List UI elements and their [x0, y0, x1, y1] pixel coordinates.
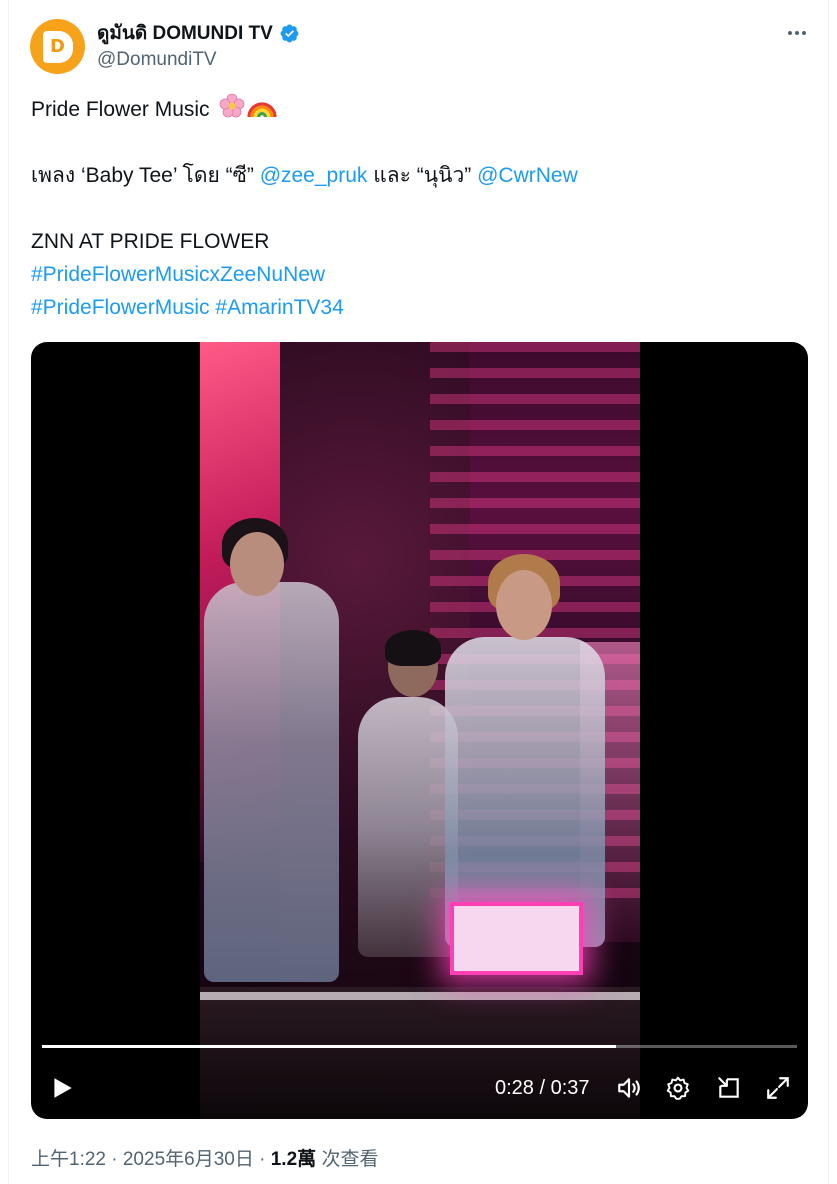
author-handle[interactable]: @DomundiTV	[97, 49, 217, 71]
video-frame[interactable]	[200, 342, 640, 1119]
tweet-line-title: Pride Flower Music	[31, 93, 811, 126]
more-options-icon[interactable]	[782, 22, 812, 44]
volume-icon[interactable]	[616, 1075, 642, 1101]
video-time: 0:28 / 0:37	[495, 1077, 590, 1099]
hashtag-pride-flower-music[interactable]: #PrideFlowerMusic	[31, 296, 210, 319]
stage-led-light	[450, 902, 583, 975]
tweet-line-song: เพลง ‘Baby Tee’ โดย “ซี” @zee_pruk และ “…	[31, 159, 811, 192]
tweet-meta: 上午1:22 · 2025年6月30日 · 1.2萬 次查看	[31, 1144, 378, 1171]
tweet-line-hashtag1: #PrideFlowerMusicxZeeNuNew	[31, 258, 811, 291]
author-display-name[interactable]: ดูมันดิ DOMUNDI TV	[97, 18, 273, 48]
mention-cwrnew[interactable]: @CwrNew	[477, 164, 578, 187]
performer-middle	[358, 697, 458, 957]
rainbow-emoji-icon	[247, 102, 277, 118]
song-text: เพลง ‘Baby Tee’ โดย “ซี”	[31, 164, 254, 187]
fullscreen-icon[interactable]	[765, 1075, 791, 1101]
views-label: 次查看	[321, 1149, 379, 1170]
video-progress-fill	[42, 1045, 616, 1048]
views-count: 1.2萬	[270, 1149, 317, 1170]
flower-emoji-icon	[219, 93, 245, 118]
performer-right	[445, 637, 605, 947]
song-text-mid: และ “นุนิว”	[373, 164, 472, 187]
tweet-line-hashtags: #PrideFlowerMusic #AmarinTV34	[31, 291, 811, 324]
performer-left	[204, 582, 339, 982]
tweet-title-text: Pride Flower Music	[31, 98, 210, 121]
avatar[interactable]: D	[30, 19, 85, 74]
video-controls: 0:28 / 0:37	[31, 1067, 808, 1107]
hashtag-amarin-tv34[interactable]: #AmarinTV34	[215, 296, 343, 319]
author-name-row: ดูมันดิ DOMUNDI TV	[97, 20, 300, 46]
tweet-text: Pride Flower Music เพลง ‘Baby Tee’ โดย “…	[31, 93, 811, 324]
video-player[interactable]: 0:28 / 0:37	[31, 342, 808, 1119]
tweet-timestamp[interactable]: 上午1:22 · 2025年6月30日 ·	[31, 1149, 265, 1170]
picture-in-picture-icon[interactable]	[716, 1075, 742, 1101]
play-icon[interactable]	[49, 1075, 75, 1101]
hashtag-pride-flower-music-zee-nunew[interactable]: #PrideFlowerMusicxZeeNuNew	[31, 263, 325, 286]
stage-edge	[200, 992, 640, 1000]
avatar-logo: D	[42, 30, 73, 63]
settings-gear-icon[interactable]	[665, 1075, 691, 1101]
video-progress-bar[interactable]	[42, 1045, 797, 1048]
mention-zee-pruk[interactable]: @zee_pruk	[260, 164, 368, 187]
tweet-line-event: ZNN AT PRIDE FLOWER	[31, 230, 270, 253]
verified-badge-icon[interactable]	[279, 23, 300, 44]
